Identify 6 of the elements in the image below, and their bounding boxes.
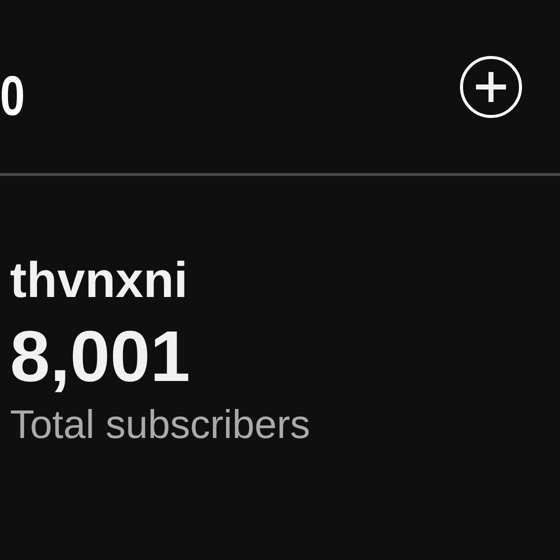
channel-name: thvnxni (10, 252, 189, 310)
subscriber-label: Total subscribers (10, 402, 312, 449)
header-title: 0 (0, 68, 25, 124)
add-button[interactable] (460, 56, 522, 118)
subscriber-count: 8,001 (10, 318, 192, 397)
plus-icon (476, 72, 506, 102)
